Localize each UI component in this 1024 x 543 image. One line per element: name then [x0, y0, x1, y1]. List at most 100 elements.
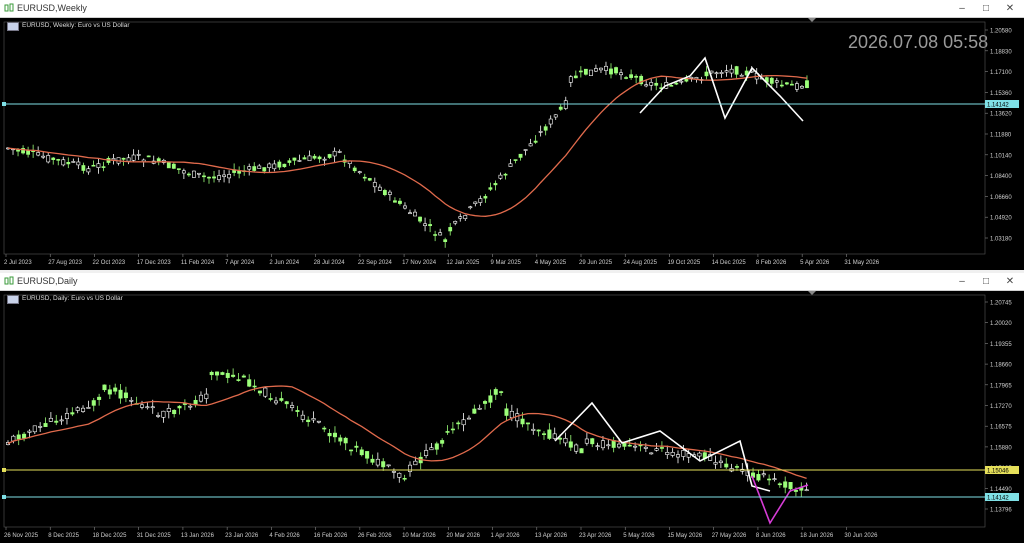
date-axis-label: 30 Jun 2026 — [844, 533, 878, 539]
candle-body — [407, 464, 413, 472]
date-axis-label: 13 Jan 2026 — [181, 533, 215, 539]
date-axis-label: 27 May 2026 — [712, 533, 747, 539]
candle-body — [689, 76, 694, 79]
candle-body — [316, 420, 321, 423]
date-axis-label: 1 Apr 2026 — [491, 533, 521, 539]
close-button[interactable]: ✕ — [996, 273, 1024, 290]
candle-body — [617, 443, 622, 448]
candle-body — [192, 170, 196, 178]
candle-body — [381, 461, 386, 468]
candle-body — [220, 372, 225, 375]
candle-body — [558, 437, 563, 440]
candle-body — [166, 408, 171, 413]
candle-body — [284, 401, 289, 405]
candle-body — [46, 155, 51, 163]
candle-body — [387, 191, 392, 195]
candle-body — [413, 460, 418, 466]
date-axis-label: 22 Oct 2023 — [92, 260, 125, 266]
candle-body — [498, 174, 503, 179]
date-axis-label: 17 Dec 2023 — [137, 260, 172, 266]
level-marker — [2, 102, 6, 106]
candle-body — [440, 440, 445, 444]
candle-body — [694, 77, 699, 80]
candle-body — [121, 157, 126, 160]
candle-body — [398, 200, 402, 204]
candle-body — [277, 161, 282, 168]
weekly-chart-canvas[interactable]: EURUSD, Weekly: Euro vs US Dollar 2026.0… — [0, 18, 1024, 270]
candle-body — [418, 216, 422, 222]
candle-body — [262, 167, 267, 172]
date-axis-label: 29 Jun 2025 — [579, 260, 613, 266]
candle-body — [573, 75, 578, 79]
candle-body — [483, 401, 488, 404]
candle-body — [96, 163, 101, 168]
candle-body — [113, 387, 118, 392]
close-button[interactable]: ✕ — [996, 0, 1024, 17]
candle-body — [16, 434, 21, 440]
candle-body — [43, 423, 48, 427]
price-axis-label: 1.17100 — [990, 70, 1012, 76]
date-axis-label: 5 May 2026 — [623, 533, 655, 539]
price-axis-label: 1.13796 — [990, 508, 1012, 514]
candle-body — [111, 158, 116, 161]
zigzag-line — [554, 401, 771, 492]
candle-body — [91, 400, 96, 406]
candle-body — [247, 379, 252, 387]
candle-body — [574, 444, 579, 452]
daily-chart-canvas[interactable]: EURUSD, Daily: Euro vs US Dollar 1.20745… — [0, 291, 1024, 543]
candle-body — [438, 232, 443, 236]
candle-body — [386, 464, 391, 467]
candle-body — [468, 206, 473, 209]
candle-body — [222, 174, 226, 177]
candle-body — [724, 70, 729, 73]
candle-body — [588, 69, 593, 76]
candle-body — [466, 417, 471, 420]
candle-body — [48, 417, 53, 422]
candle-body — [268, 398, 273, 400]
candle-body — [202, 175, 206, 178]
candle-body — [433, 234, 438, 236]
candle-body — [370, 458, 375, 463]
candle-body — [41, 155, 46, 158]
candle-body — [129, 399, 134, 402]
candle-body — [599, 67, 603, 71]
weekly-title-bar[interactable]: EURUSD,Weekly – □ ✕ — [0, 0, 1024, 18]
daily-chart-svg: 1.20745 1.20020 1.19355 1.18660 1.17965 1.172… — [2, 291, 1019, 539]
daily-title-bar[interactable]: EURUSD,Daily – □ ✕ — [0, 273, 1024, 291]
candle-body — [26, 149, 31, 155]
price-axis-label: 1.15880 — [990, 445, 1012, 451]
scroll-marker-icon — [808, 18, 816, 22]
date-axis-label: 4 May 2025 — [535, 260, 567, 266]
candle-body — [403, 205, 407, 209]
candle-body — [332, 150, 337, 157]
candle-body — [594, 68, 598, 72]
date-axis-label: 2 Jul 2023 — [4, 260, 32, 266]
candle-body — [472, 408, 477, 414]
daily-chart-window[interactable]: EURUSD,Daily – □ ✕ EURUSD, Daily: Euro v… — [0, 273, 1024, 543]
candle-body — [131, 154, 136, 161]
candle-body — [215, 371, 220, 376]
weekly-chart-window[interactable]: EURUSD,Weekly – □ ✕ EURUSD, Weekly: Euro… — [0, 0, 1024, 270]
scroll-marker-icon — [808, 291, 816, 295]
date-axis-label: 23 Jan 2026 — [225, 533, 259, 539]
candle-body — [64, 413, 69, 419]
candle-body — [81, 165, 86, 171]
candle-body — [614, 67, 618, 74]
candle-body — [207, 176, 211, 179]
candle-body — [171, 163, 176, 169]
candle-body — [777, 483, 782, 486]
candle-body — [670, 451, 675, 456]
candle-body — [606, 444, 611, 447]
candle-body — [456, 422, 461, 425]
candle-body — [38, 426, 43, 428]
candle-body — [118, 389, 123, 399]
candle-body — [477, 407, 482, 410]
candle-body — [306, 419, 311, 422]
candle-body — [644, 84, 649, 87]
date-axis-label: 11 Feb 2024 — [181, 260, 215, 266]
plot-frame — [3, 294, 986, 528]
weekly-chart-svg: 1.20580 1.18830 1.17100 1.15360 1.13620 1.118… — [2, 18, 1019, 266]
price-axis-label: 1.08400 — [990, 174, 1012, 180]
candle-body — [533, 140, 538, 143]
level-marker — [2, 468, 6, 472]
